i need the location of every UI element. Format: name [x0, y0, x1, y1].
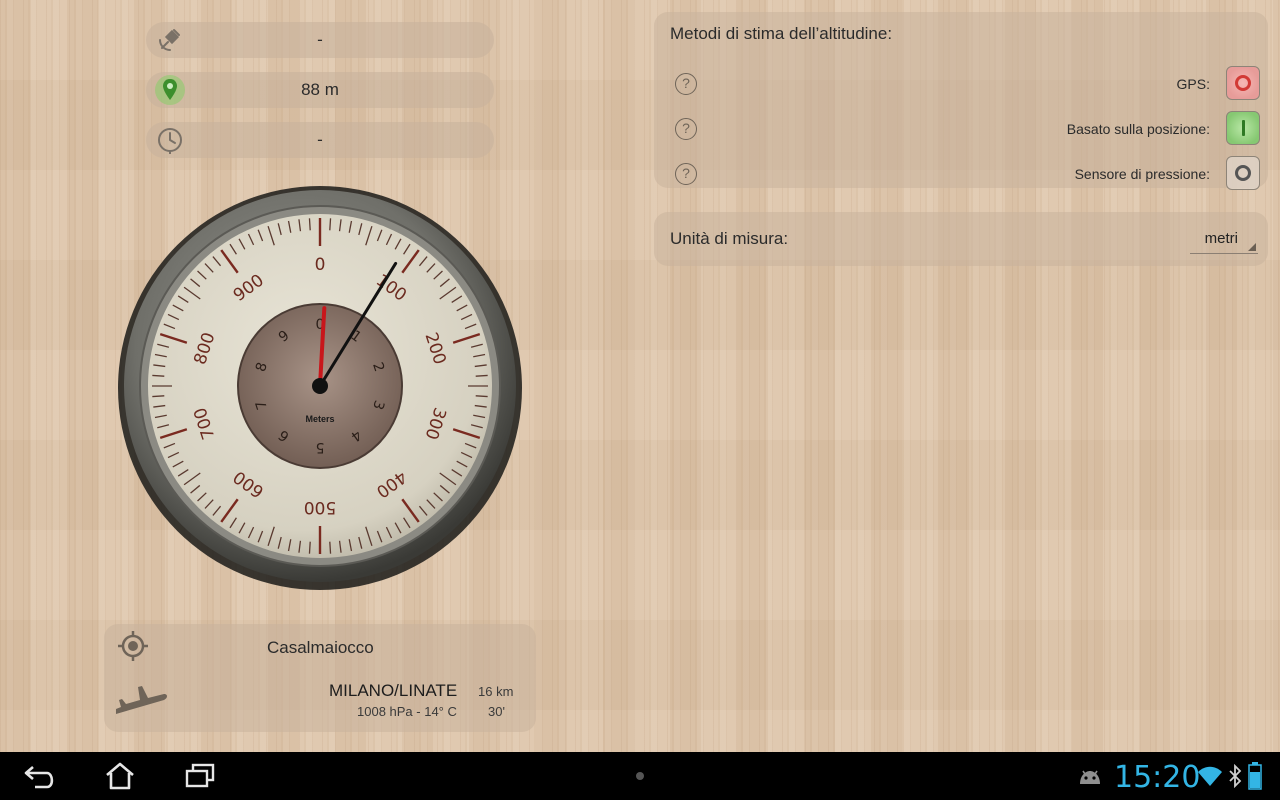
pressure-reading-value: -: [317, 130, 323, 149]
pressure-reading-row: -: [146, 122, 494, 158]
method-label-gps: GPS:: [1176, 76, 1210, 92]
gps-toggle[interactable]: [1226, 66, 1260, 100]
location-info-panel: Casalmaiocco MILANO/LINATE 16 km 1008 hP…: [104, 624, 536, 732]
station-distance: 16 km: [478, 684, 514, 699]
gps-reading-row: -: [146, 22, 494, 58]
units-label: Unità di misura:: [670, 229, 789, 248]
method-row-pressure: ? Sensore di pressione:: [654, 154, 1268, 194]
gauge-tick: [329, 541, 332, 554]
location-toggle[interactable]: [1226, 111, 1260, 145]
home-button[interactable]: [96, 760, 144, 792]
gauge-tick: [152, 374, 165, 377]
units-selected-value: metri: [1204, 230, 1238, 247]
bluetooth-icon: [1228, 763, 1242, 793]
altitude-methods-panel: Metodi di stima dell’altitudine: ? GPS: …: [654, 12, 1268, 190]
gauge-tick: [329, 218, 332, 231]
units-panel: Unità di misura: metri: [654, 212, 1268, 266]
gps-reading-value: -: [317, 30, 323, 49]
gauge-tick: [308, 218, 311, 231]
menu-dot-icon[interactable]: [636, 772, 644, 780]
station-weather: 1008 hPa - 14° C: [357, 704, 457, 719]
satellite-icon: [146, 22, 194, 58]
gauge-unit-label: Meters: [305, 414, 334, 424]
gauge-tick: [475, 374, 488, 377]
gauge-tick: [152, 395, 165, 398]
method-label-pressure: Sensore di pressione:: [1074, 166, 1210, 182]
location-reading-value: 88 m: [301, 80, 339, 99]
gauge-needle-hub: [312, 378, 328, 394]
gauge-outer-label: 0: [315, 255, 326, 275]
toggle-on-icon: [1241, 120, 1245, 136]
city-name: Casalmaiocco: [267, 638, 374, 657]
help-icon[interactable]: ?: [675, 73, 697, 95]
map-pin-icon: [146, 72, 194, 108]
toggle-off-icon: [1235, 75, 1251, 91]
wifi-icon: [1196, 764, 1224, 793]
navigation-bar: 15:20: [0, 752, 1280, 800]
recent-apps-button[interactable]: [176, 760, 224, 792]
recent-apps-icon: [185, 763, 215, 788]
method-row-location: ? Basato sulla posizione:: [654, 109, 1268, 149]
altimeter-gauge: 0 100 200 300 400 500 600 700 800 900 0123456789 …: [118, 186, 522, 590]
status-clock: 15:20: [1114, 760, 1201, 795]
home-icon: [106, 762, 134, 790]
help-icon[interactable]: ?: [675, 118, 697, 140]
back-button[interactable]: [16, 760, 64, 792]
airplane-icon: [112, 680, 170, 723]
methods-title: Metodi di stima dell’altitudine:: [670, 24, 893, 43]
toggle-off-icon: [1235, 165, 1251, 181]
battery-icon: [1248, 762, 1262, 795]
target-icon: [117, 630, 149, 667]
weather-station-name: MILANO/LINATE: [329, 681, 458, 700]
back-icon: [24, 766, 54, 789]
gauge-inner-label: 5: [316, 439, 325, 455]
dropdown-arrow-icon: [1248, 243, 1256, 251]
gauge-outer-label: 500: [304, 497, 336, 517]
units-dropdown[interactable]: metri: [1190, 226, 1258, 254]
reading-age: 30': [488, 704, 505, 719]
gauge-tick: [475, 395, 488, 398]
method-row-gps: ? GPS:: [654, 64, 1268, 104]
pressure-sensor-toggle[interactable]: [1226, 156, 1260, 190]
method-label-location: Basato sulla posizione:: [1066, 121, 1210, 137]
gauge-tick: [308, 541, 311, 554]
help-icon[interactable]: ?: [675, 163, 697, 185]
android-debug-icon: [1076, 766, 1104, 793]
location-reading-row: 88 m: [146, 72, 494, 108]
barometer-icon: [146, 122, 194, 158]
